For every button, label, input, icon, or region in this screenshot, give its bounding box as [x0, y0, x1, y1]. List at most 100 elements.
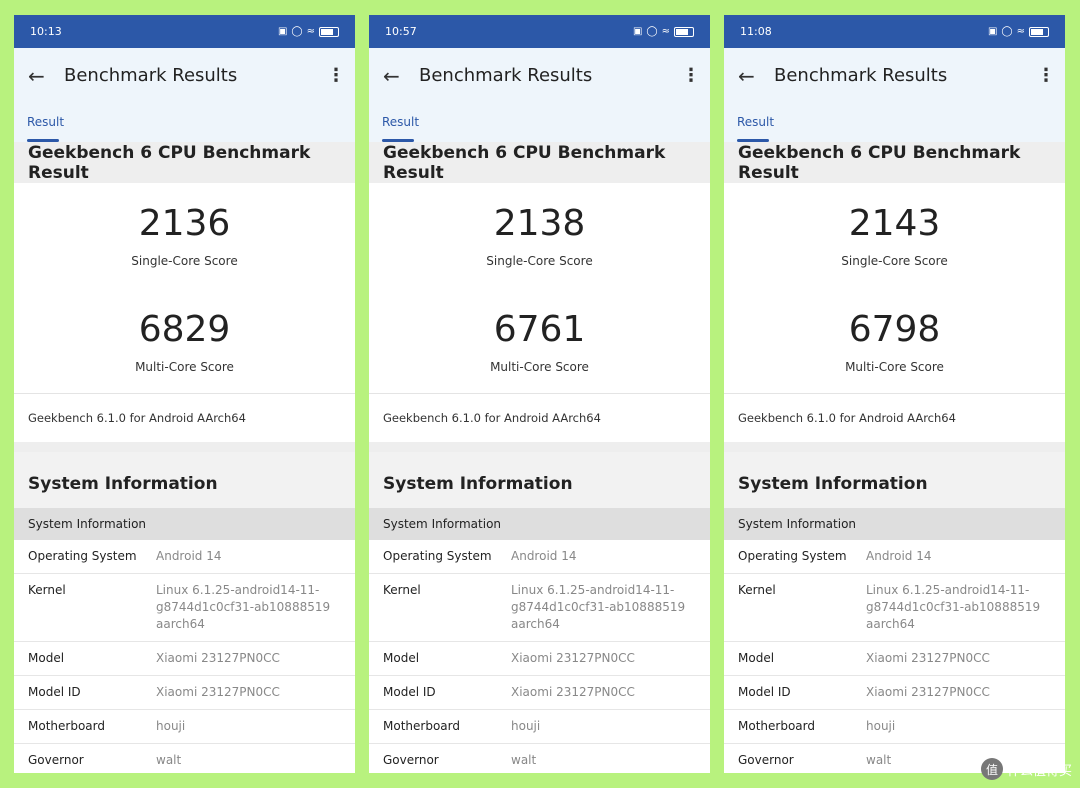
system-information-title: System Information	[724, 452, 1065, 508]
battery-icon	[674, 26, 694, 37]
version-info: Geekbench 6.1.0 for Android AArch64	[14, 393, 355, 442]
tab-bar: Result	[14, 103, 355, 142]
info-value: Xiaomi 23127PN0CC	[511, 685, 635, 699]
info-key: Governor	[28, 753, 84, 767]
info-key: Kernel	[738, 583, 776, 597]
system-information-subheader: System Information	[369, 508, 710, 540]
info-key: Operating System	[383, 549, 492, 563]
more-menu-icon[interactable]: ⋮	[1037, 65, 1055, 86]
info-row: Kernel Linux 6.1.25-android14-11-g8744d1…	[14, 574, 355, 642]
info-key: Governor	[738, 753, 794, 767]
status-time: 10:13	[30, 25, 62, 38]
info-row: Model ID Xiaomi 23127PN0CC	[14, 676, 355, 710]
info-key: Motherboard	[383, 719, 460, 733]
notification-icon: ▣	[632, 26, 643, 37]
info-key: Model ID	[738, 685, 791, 699]
notification-icon: ▣	[277, 26, 288, 37]
benchmark-section-title: Geekbench 6 CPU Benchmark Result	[369, 142, 710, 183]
page-title: Benchmark Results	[774, 65, 948, 86]
wifi-icon: ≈	[661, 26, 670, 37]
single-core-score: 2136	[138, 203, 231, 244]
app-bar: ← Benchmark Results ⋮	[724, 48, 1065, 103]
info-key: Model ID	[28, 685, 81, 699]
divider	[14, 442, 355, 452]
watermark-logo-icon: 值	[980, 758, 1003, 780]
info-row: Governor walt	[14, 744, 355, 773]
phone-screen-1: 10:13 ▣ ◯ ≈ ← Benchmark Results ⋮ Result…	[14, 15, 355, 773]
info-value: Android 14	[866, 549, 932, 563]
single-core-label: Single-Core Score	[131, 254, 238, 268]
single-core-label: Single-Core Score	[841, 254, 948, 268]
info-row: Motherboard houji	[369, 710, 710, 744]
wifi-icon: ≈	[306, 26, 315, 37]
version-info: Geekbench 6.1.0 for Android AArch64	[369, 393, 710, 442]
system-information-subheader: System Information	[724, 508, 1065, 540]
divider	[369, 442, 710, 452]
info-key: Operating System	[28, 549, 137, 563]
info-row: Motherboard houji	[724, 710, 1065, 744]
multi-core-score: 6829	[138, 309, 231, 350]
info-key: Motherboard	[28, 719, 105, 733]
back-arrow-icon[interactable]: ←	[28, 64, 64, 88]
info-key: Kernel	[28, 583, 66, 597]
multi-core-score: 6761	[493, 309, 586, 350]
app-bar: ← Benchmark Results ⋮	[369, 48, 710, 103]
tab-bar: Result	[724, 103, 1065, 142]
battery-icon	[1029, 26, 1049, 37]
tab-indicator	[27, 139, 59, 142]
single-core-score: 2143	[848, 203, 941, 244]
info-value: walt	[156, 753, 182, 767]
tab-result[interactable]: Result	[737, 115, 774, 129]
score-panel: 2138 Single-Core Score 6761 Multi-Core S…	[369, 183, 710, 393]
info-key: Operating System	[738, 549, 847, 563]
status-icons: ▣ ◯ ≈	[633, 26, 694, 37]
info-value: Linux 6.1.25-android14-11-g8744d1c0cf31-…	[511, 583, 686, 631]
score-panel: 2143 Single-Core Score 6798 Multi-Core S…	[724, 183, 1065, 393]
status-icons: ▣ ◯ ≈	[988, 26, 1049, 37]
tab-result[interactable]: Result	[382, 115, 419, 129]
info-key: Governor	[383, 753, 439, 767]
info-value: Linux 6.1.25-android14-11-g8744d1c0cf31-…	[866, 583, 1041, 631]
info-value: Linux 6.1.25-android14-11-g8744d1c0cf31-…	[156, 583, 331, 631]
system-information-subheader: System Information	[14, 508, 355, 540]
info-value: Xiaomi 23127PN0CC	[156, 685, 280, 699]
page-title: Benchmark Results	[64, 65, 238, 86]
info-key: Kernel	[383, 583, 421, 597]
info-value: houji	[156, 719, 186, 733]
phone-screen-2: 10:57 ▣ ◯ ≈ ← Benchmark Results ⋮ Result…	[369, 15, 710, 773]
system-information-title: System Information	[14, 452, 355, 508]
info-value: houji	[866, 719, 896, 733]
multi-core-label: Multi-Core Score	[490, 360, 589, 374]
info-key: Model ID	[383, 685, 436, 699]
tab-indicator	[737, 139, 769, 142]
version-info: Geekbench 6.1.0 for Android AArch64	[724, 393, 1065, 442]
status-icons: ▣ ◯ ≈	[278, 26, 339, 37]
status-time: 11:08	[740, 25, 772, 38]
info-key: Model	[28, 651, 65, 665]
info-row: Motherboard houji	[14, 710, 355, 744]
app-bar: ← Benchmark Results ⋮	[14, 48, 355, 103]
benchmark-section-title: Geekbench 6 CPU Benchmark Result	[724, 142, 1065, 183]
info-value: Xiaomi 23127PN0CC	[866, 685, 990, 699]
more-menu-icon[interactable]: ⋮	[327, 65, 345, 86]
score-panel: 2136 Single-Core Score 6829 Multi-Core S…	[14, 183, 355, 393]
phone-screen-3: 11:08 ▣ ◯ ≈ ← Benchmark Results ⋮ Result…	[724, 15, 1065, 773]
back-arrow-icon[interactable]: ←	[383, 64, 419, 88]
more-menu-icon[interactable]: ⋮	[682, 65, 700, 86]
battery-icon	[319, 26, 339, 37]
tab-bar: Result	[369, 103, 710, 142]
status-bar: 10:13 ▣ ◯ ≈	[14, 15, 355, 48]
alarm-icon: ◯	[646, 26, 658, 37]
info-row: Model ID Xiaomi 23127PN0CC	[369, 676, 710, 710]
status-bar: 10:57 ▣ ◯ ≈	[369, 15, 710, 48]
back-arrow-icon[interactable]: ←	[738, 64, 774, 88]
info-value: Android 14	[511, 549, 577, 563]
multi-core-score: 6798	[848, 309, 941, 350]
info-key: Model	[738, 651, 775, 665]
status-bar: 11:08 ▣ ◯ ≈	[724, 15, 1065, 48]
info-row: Model Xiaomi 23127PN0CC	[369, 642, 710, 676]
tab-result[interactable]: Result	[27, 115, 64, 129]
info-value: houji	[511, 719, 541, 733]
alarm-icon: ◯	[291, 26, 303, 37]
info-row: Operating System Android 14	[14, 540, 355, 574]
